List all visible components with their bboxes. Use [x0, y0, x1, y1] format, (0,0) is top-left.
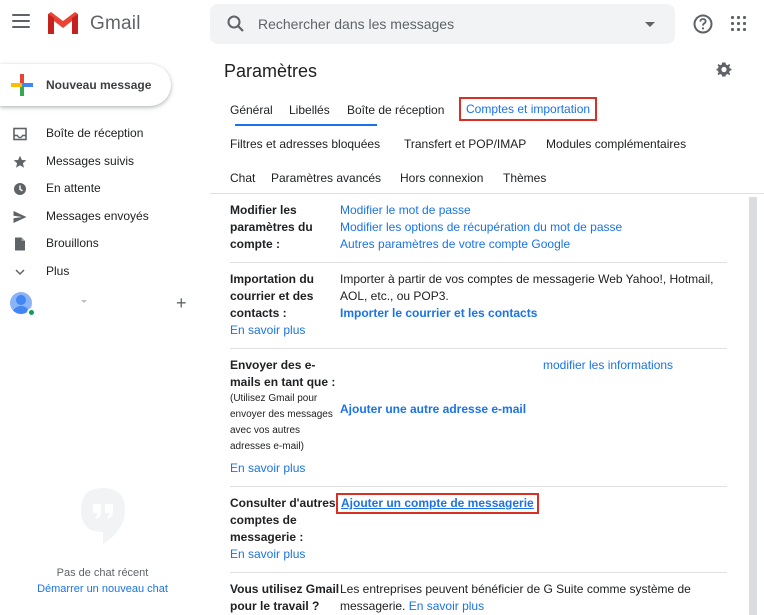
- section-modify-account: Modifier les paramètres du compte : Modi…: [230, 202, 727, 258]
- compose-button[interactable]: Nouveau message: [0, 64, 171, 106]
- sidebar-item-inbox[interactable]: Boîte de réception: [0, 121, 200, 149]
- top-bar: Gmail: [0, 0, 764, 48]
- sidebar-item-label: Boîte de réception: [46, 126, 144, 140]
- search-bar[interactable]: [210, 4, 675, 44]
- active-tab-indicator: [235, 124, 377, 126]
- section-import: Importation du courrier et des contacts …: [230, 271, 727, 341]
- section-gsuite: Vous utilisez Gmail pour le travail ? Le…: [230, 581, 727, 615]
- apps-grid-icon[interactable]: [731, 16, 747, 32]
- sidebar-item-more[interactable]: Plus: [0, 259, 200, 287]
- edit-info-link[interactable]: modifier les informations: [543, 357, 673, 374]
- help-icon[interactable]: [692, 13, 714, 35]
- chat-account-row: +: [0, 290, 200, 318]
- sidebar-item-label: En attente: [46, 181, 101, 195]
- star-icon: [13, 155, 27, 168]
- learn-more-link[interactable]: En savoir plus: [230, 323, 305, 337]
- search-icon[interactable]: [226, 14, 246, 34]
- scrollbar[interactable]: [749, 197, 757, 615]
- import-mail-contacts-link[interactable]: Importer le courrier et les contacts: [340, 305, 537, 322]
- online-status-icon: [27, 308, 36, 317]
- sidebar-item-label: Brouillons: [46, 236, 99, 250]
- add-chat-button[interactable]: +: [176, 293, 187, 314]
- tab-chat[interactable]: Chat: [224, 169, 261, 187]
- tab-filters[interactable]: Filtres et adresses bloquées: [224, 135, 386, 153]
- change-password-link[interactable]: Modifier le mot de passe: [340, 202, 471, 219]
- add-mail-account-link[interactable]: Ajouter un compte de messagerie: [336, 493, 539, 514]
- row-divider: [230, 486, 727, 487]
- send-as-description: (Utilisez Gmail pour envoyer des message…: [230, 393, 333, 452]
- learn-more-link[interactable]: En savoir plus: [230, 547, 305, 561]
- sidebar-nav: Boîte de réception Messages suivis En at…: [0, 121, 200, 286]
- sidebar-item-drafts[interactable]: Brouillons: [0, 231, 200, 259]
- gsuite-learn-more-link[interactable]: En savoir plus: [409, 599, 484, 613]
- row-divider: [230, 262, 727, 263]
- add-email-address-link[interactable]: Ajouter une autre adresse e-mail: [340, 401, 526, 418]
- section-label: Consulter d'autres comptes de messagerie…: [230, 496, 336, 544]
- tab-offline[interactable]: Hors connexion: [394, 169, 489, 187]
- send-icon: [13, 210, 27, 223]
- section-label: Importation du courrier et des contacts …: [230, 272, 314, 320]
- search-options-icon[interactable]: [645, 22, 655, 27]
- google-account-settings-link[interactable]: Autres paramètres de votre compte Google: [340, 236, 570, 253]
- compose-plus-icon: [11, 74, 33, 96]
- sidebar-item-label: Messages envoyés: [46, 208, 149, 223]
- row-divider: [230, 348, 727, 349]
- draft-icon: [15, 237, 25, 251]
- section-label: Vous utilisez Gmail pour le travail ?: [230, 582, 340, 613]
- hangouts-icon: [81, 488, 125, 544]
- import-description: Importer à partir de vos comptes de mess…: [340, 272, 714, 303]
- tab-accounts-import[interactable]: Comptes et importation: [459, 97, 598, 121]
- section-label: Envoyer des e-mails en tant que :: [230, 358, 336, 389]
- row-divider: [230, 572, 727, 573]
- tab-labels[interactable]: Libellés: [283, 101, 336, 119]
- account-caret-icon[interactable]: [81, 300, 87, 303]
- chevron-down-icon: [15, 268, 25, 275]
- sidebar-item-starred[interactable]: Messages suivis: [0, 149, 200, 177]
- tabs-divider: [210, 193, 764, 194]
- tab-advanced[interactable]: Paramètres avancés: [265, 169, 387, 187]
- sidebar-item-snoozed[interactable]: En attente: [0, 176, 200, 204]
- learn-more-link[interactable]: En savoir plus: [230, 461, 305, 475]
- gear-icon[interactable]: [716, 62, 732, 78]
- section-send-as: Envoyer des e-mails en tant que : (Utili…: [230, 357, 727, 477]
- tab-inbox[interactable]: Boîte de réception: [341, 101, 450, 119]
- tab-addons[interactable]: Modules complémentaires: [540, 135, 692, 153]
- start-new-chat-link[interactable]: Démarrer un nouveau chat: [0, 583, 205, 595]
- tab-themes[interactable]: Thèmes: [497, 169, 552, 187]
- change-recovery-link[interactable]: Modifier les options de récupération du …: [340, 219, 622, 236]
- gmail-logo-icon[interactable]: [46, 10, 80, 36]
- app-name: Gmail: [90, 13, 141, 34]
- section-check-mail: Consulter d'autres comptes de messagerie…: [230, 493, 727, 565]
- main-menu-icon[interactable]: [12, 14, 30, 30]
- inbox-icon: [13, 127, 27, 141]
- clock-icon: [14, 183, 26, 195]
- no-recent-chat-text: Pas de chat récent: [56, 567, 149, 579]
- section-label: Modifier les paramètres du compte :: [230, 203, 313, 251]
- gsuite-text: Les entreprises peuvent bénéficier de G …: [340, 582, 691, 613]
- page-title: Paramètres: [224, 61, 318, 81]
- gsuite-description: Les entreprises peuvent bénéficier de G …: [340, 581, 725, 615]
- sidebar-item-sent[interactable]: Messages envoyés: [0, 204, 200, 232]
- tab-forwarding[interactable]: Transfert et POP/IMAP: [398, 135, 532, 153]
- sidebar-item-label: Messages suivis: [46, 153, 135, 168]
- compose-label: Nouveau message: [46, 78, 152, 92]
- tab-general[interactable]: Général: [224, 101, 279, 119]
- search-input[interactable]: [258, 15, 628, 33]
- sidebar-item-label: Plus: [46, 263, 70, 278]
